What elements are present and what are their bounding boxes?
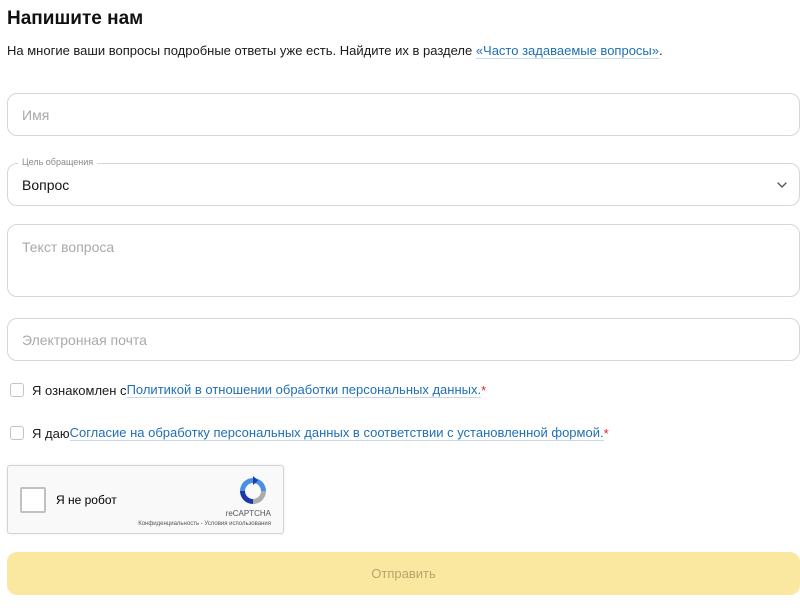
recaptcha-terms-link[interactable]: Конфиденциальность - Условия использован…: [138, 521, 271, 527]
data-consent-checkbox[interactable]: [10, 426, 24, 440]
recaptcha-checkbox[interactable]: [20, 487, 46, 513]
intro-text-end: .: [659, 43, 663, 58]
recaptcha-widget: Я не робот reCAPTCHA Конфиденциальность …: [7, 465, 284, 534]
chevron-down-icon: [777, 182, 787, 188]
purpose-legend: Цель обращения: [18, 157, 98, 167]
faq-link[interactable]: «Часто задаваемые вопросы»: [475, 43, 659, 59]
purpose-select[interactable]: Цель обращения Вопрос: [7, 157, 800, 206]
policy-consent-prefix: Я ознакомлен с: [32, 382, 127, 398]
email-field[interactable]: Электронная почта: [7, 318, 800, 361]
purpose-value: Вопрос: [22, 177, 70, 193]
privacy-policy-link[interactable]: Политикой в отношении обработки персонал…: [126, 382, 482, 398]
data-consent-link[interactable]: Согласие на обработку персональных данны…: [69, 425, 604, 441]
submit-button[interactable]: Отправить: [7, 552, 800, 595]
question-placeholder: Текст вопроса: [22, 239, 115, 255]
name-placeholder: Имя: [22, 107, 50, 123]
data-consent-prefix: Я даю: [32, 425, 70, 441]
page-title: Напишите нам: [7, 8, 144, 29]
required-mark: *: [481, 382, 487, 398]
policy-consent-checkbox[interactable]: [10, 383, 24, 397]
question-textarea[interactable]: Текст вопроса: [7, 224, 800, 297]
intro-text: На многие ваши вопросы подробные ответы …: [7, 43, 663, 59]
data-consent-row: Я даю Согласие на обработку персональных…: [10, 425, 609, 441]
recaptcha-label: Я не робот: [56, 493, 117, 507]
email-placeholder: Электронная почта: [22, 332, 147, 348]
recaptcha-brand: reCAPTCHA: [225, 509, 271, 518]
contact-form-page: Напишите нам На многие ваши вопросы подр…: [0, 0, 800, 614]
policy-consent-row: Я ознакомлен с Политикой в отношении обр…: [10, 382, 486, 398]
required-mark: *: [603, 425, 609, 441]
intro-text-body: На многие ваши вопросы подробные ответы …: [7, 43, 476, 58]
recaptcha-logo-icon: [240, 476, 266, 504]
name-field[interactable]: Имя: [7, 93, 800, 136]
